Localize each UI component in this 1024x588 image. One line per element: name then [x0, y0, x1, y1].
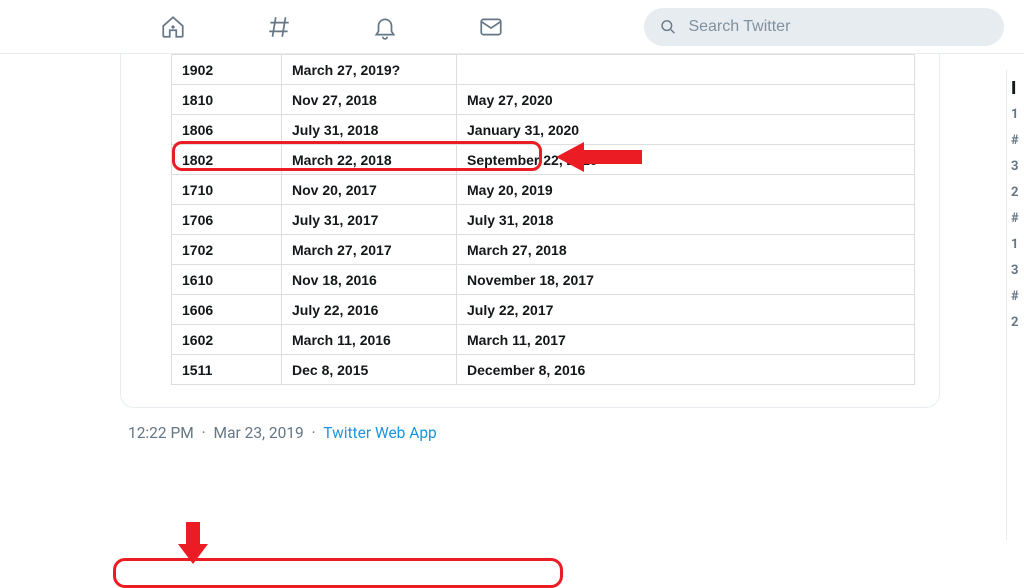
table-cell: July 31, 2017 [282, 205, 457, 235]
table-cell: March 27, 2019? [282, 55, 457, 85]
table-row: 1702March 27, 2017March 27, 2018 [172, 235, 915, 265]
search-icon [660, 18, 676, 36]
table-cell: 1610 [172, 265, 282, 295]
table-cell: July 22, 2017 [457, 295, 915, 325]
tweet-meta: 12:22 PM · Mar 23, 2019 · Twitter Web Ap… [128, 424, 1024, 442]
nav-icon-row [160, 14, 504, 40]
sidebar-fragment: 3 [1011, 154, 1024, 180]
table-cell: July 31, 2018 [282, 115, 457, 145]
sidebar-fragment: 1 [1011, 232, 1024, 258]
table-cell: 1706 [172, 205, 282, 235]
separator: · [202, 424, 206, 442]
table-cell: Dec 8, 2015 [282, 355, 457, 385]
table-cell: July 22, 2016 [282, 295, 457, 325]
sidebar-fragment: 2 [1011, 180, 1024, 206]
table-cell: Nov 20, 2017 [282, 175, 457, 205]
table-row: 1806July 31, 2018January 31, 2020 [172, 115, 915, 145]
table-row: 1511Dec 8, 2015December 8, 2016 [172, 355, 915, 385]
table-cell: 1511 [172, 355, 282, 385]
sidebar-fragment: # [1011, 206, 1024, 232]
table-cell: 1806 [172, 115, 282, 145]
table-cell: July 31, 2018 [457, 205, 915, 235]
tweet-date[interactable]: Mar 23, 2019 [214, 424, 304, 442]
table-cell: 1602 [172, 325, 282, 355]
right-sidebar-edge: I 1#32#13#2 [1006, 70, 1024, 540]
tweet-card: 1902March 27, 2019?1810Nov 27, 2018May 2… [120, 54, 940, 408]
version-table: 1902March 27, 2019?1810Nov 27, 2018May 2… [171, 54, 915, 385]
table-cell: May 20, 2019 [457, 175, 915, 205]
table-cell: January 31, 2020 [457, 115, 915, 145]
tweet-time[interactable]: 12:22 PM [128, 424, 194, 442]
sidebar-fragment: 3 [1011, 258, 1024, 284]
sidebar-fragment: 2 [1011, 310, 1024, 336]
table-cell: May 27, 2020 [457, 85, 915, 115]
table-row: 1706July 31, 2017July 31, 2018 [172, 205, 915, 235]
annotation-arrow-down [176, 522, 210, 568]
search-container[interactable] [644, 8, 1004, 46]
notifications-icon[interactable] [372, 14, 398, 40]
table-cell: 1710 [172, 175, 282, 205]
table-cell: 1802 [172, 145, 282, 175]
table-cell: March 11, 2016 [282, 325, 457, 355]
table-row: 1606July 22, 2016July 22, 2017 [172, 295, 915, 325]
table-row: 1810Nov 27, 2018May 27, 2020 [172, 85, 915, 115]
table-container: 1902March 27, 2019?1810Nov 27, 2018May 2… [171, 54, 915, 385]
table-cell: March 27, 2017 [282, 235, 457, 265]
home-icon[interactable] [160, 14, 186, 40]
table-row: 1602March 11, 2016March 11, 2017 [172, 325, 915, 355]
separator: · [312, 424, 316, 442]
table-cell: March 27, 2018 [457, 235, 915, 265]
table-cell: Nov 27, 2018 [282, 85, 457, 115]
table-row: 1802March 22, 2018September 22, 2019 [172, 145, 915, 175]
sidebar-header-fragment: I [1007, 76, 1024, 102]
table-cell: March 11, 2017 [457, 325, 915, 355]
table-row: 1610Nov 18, 2016November 18, 2017 [172, 265, 915, 295]
table-cell: March 22, 2018 [282, 145, 457, 175]
table-cell [457, 55, 915, 85]
table-row: 1710Nov 20, 2017May 20, 2019 [172, 175, 915, 205]
table-cell: 1810 [172, 85, 282, 115]
explore-icon[interactable] [266, 14, 292, 40]
sidebar-fragment: # [1011, 128, 1024, 154]
table-cell: December 8, 2016 [457, 355, 915, 385]
table-row: 1902March 27, 2019? [172, 55, 915, 85]
sidebar-fragment: 1 [1011, 102, 1024, 128]
table-cell: Nov 18, 2016 [282, 265, 457, 295]
search-input[interactable] [688, 18, 988, 36]
table-cell: September 22, 2019 [457, 145, 915, 175]
table-cell: 1606 [172, 295, 282, 325]
messages-icon[interactable] [478, 14, 504, 40]
table-cell: 1702 [172, 235, 282, 265]
sidebar-fragment: # [1011, 284, 1024, 310]
top-nav [0, 0, 1024, 54]
tweet-source-app[interactable]: Twitter Web App [323, 424, 437, 442]
table-cell: 1902 [172, 55, 282, 85]
table-cell: November 18, 2017 [457, 265, 915, 295]
annotation-arrow-right [556, 140, 642, 178]
tweet-content: 1902March 27, 2019?1810Nov 27, 2018May 2… [0, 54, 1024, 442]
